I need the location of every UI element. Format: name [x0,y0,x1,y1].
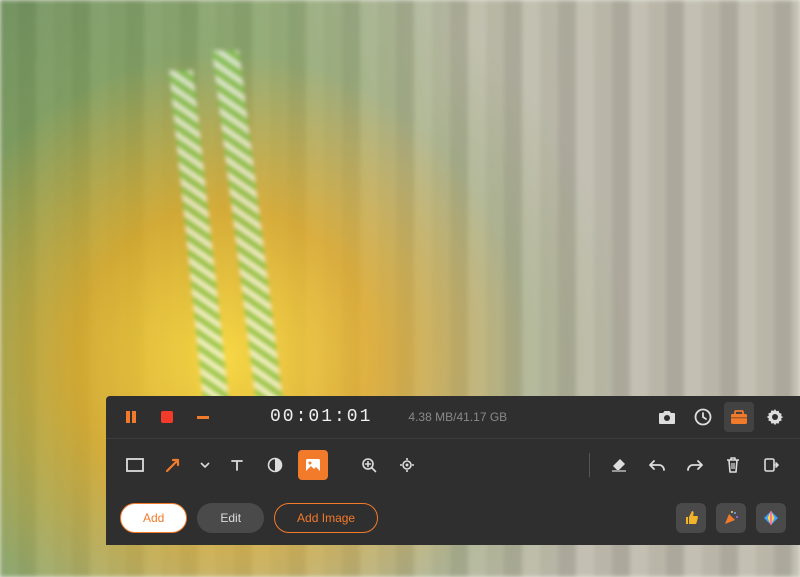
eraser-icon [611,458,627,472]
add-button[interactable]: Add [120,503,187,533]
recorder-panel: 00:01:01 4.38 MB/41.17 GB [106,396,800,545]
undo-icon [649,458,665,472]
thumbs-up-sticker-icon [683,510,699,526]
confetti-sticker-icon [723,510,739,526]
action-row: Add Edit Add Image [106,490,800,545]
redo-icon [687,458,703,472]
export-icon [763,457,779,473]
camera-icon [657,409,677,425]
arrow-icon [165,457,181,473]
size-total: 41.17 GB [456,410,507,424]
pause-icon [124,410,138,424]
sticker-thumbsup[interactable] [676,503,706,533]
minimize-button[interactable] [188,402,218,432]
pause-button[interactable] [116,402,146,432]
focus-tool[interactable] [392,450,422,480]
minimize-icon [196,410,210,424]
recorder-top-row: 00:01:01 4.38 MB/41.17 GB [106,396,800,438]
stop-icon [160,410,174,424]
text-tool[interactable] [222,450,252,480]
screenshot-button[interactable] [652,402,682,432]
edit-button-label: Edit [220,511,241,525]
trash-icon [726,457,740,473]
contrast-tool[interactable] [260,450,290,480]
eraser-tool[interactable] [604,450,634,480]
add-image-button[interactable]: Add Image [274,503,378,533]
focus-icon [399,457,415,473]
sticker-confetti[interactable] [716,503,746,533]
size-used: 4.38 MB [408,410,453,424]
toolbox-button[interactable] [724,402,754,432]
text-icon [230,458,244,472]
zoom-in-icon [361,457,377,473]
recording-size: 4.38 MB/41.17 GB [408,410,507,424]
image-icon [305,458,321,472]
arrow-style-dropdown[interactable] [196,450,214,480]
trash-button[interactable] [718,450,748,480]
export-button[interactable] [756,450,786,480]
add-image-button-label: Add Image [297,511,355,525]
edit-button[interactable]: Edit [197,503,264,533]
clock-icon [694,408,712,426]
arrow-tool[interactable] [158,450,188,480]
add-button-label: Add [143,511,164,525]
recording-timer: 00:01:01 [270,407,372,427]
stop-button[interactable] [152,402,182,432]
redo-button[interactable] [680,450,710,480]
gear-icon [766,408,784,426]
settings-button[interactable] [760,402,790,432]
rectangle-tool[interactable] [120,450,150,480]
diamond-sticker-icon [763,510,779,526]
sticker-diamond[interactable] [756,503,786,533]
toolbox-icon [730,409,748,425]
toolbar-separator [589,453,590,477]
chevron-down-icon [200,462,210,468]
undo-button[interactable] [642,450,672,480]
contrast-icon [267,457,283,473]
image-tool[interactable] [298,450,328,480]
rectangle-icon [126,458,144,472]
schedule-button[interactable] [688,402,718,432]
annotation-toolbar [106,438,800,490]
zoom-tool[interactable] [354,450,384,480]
